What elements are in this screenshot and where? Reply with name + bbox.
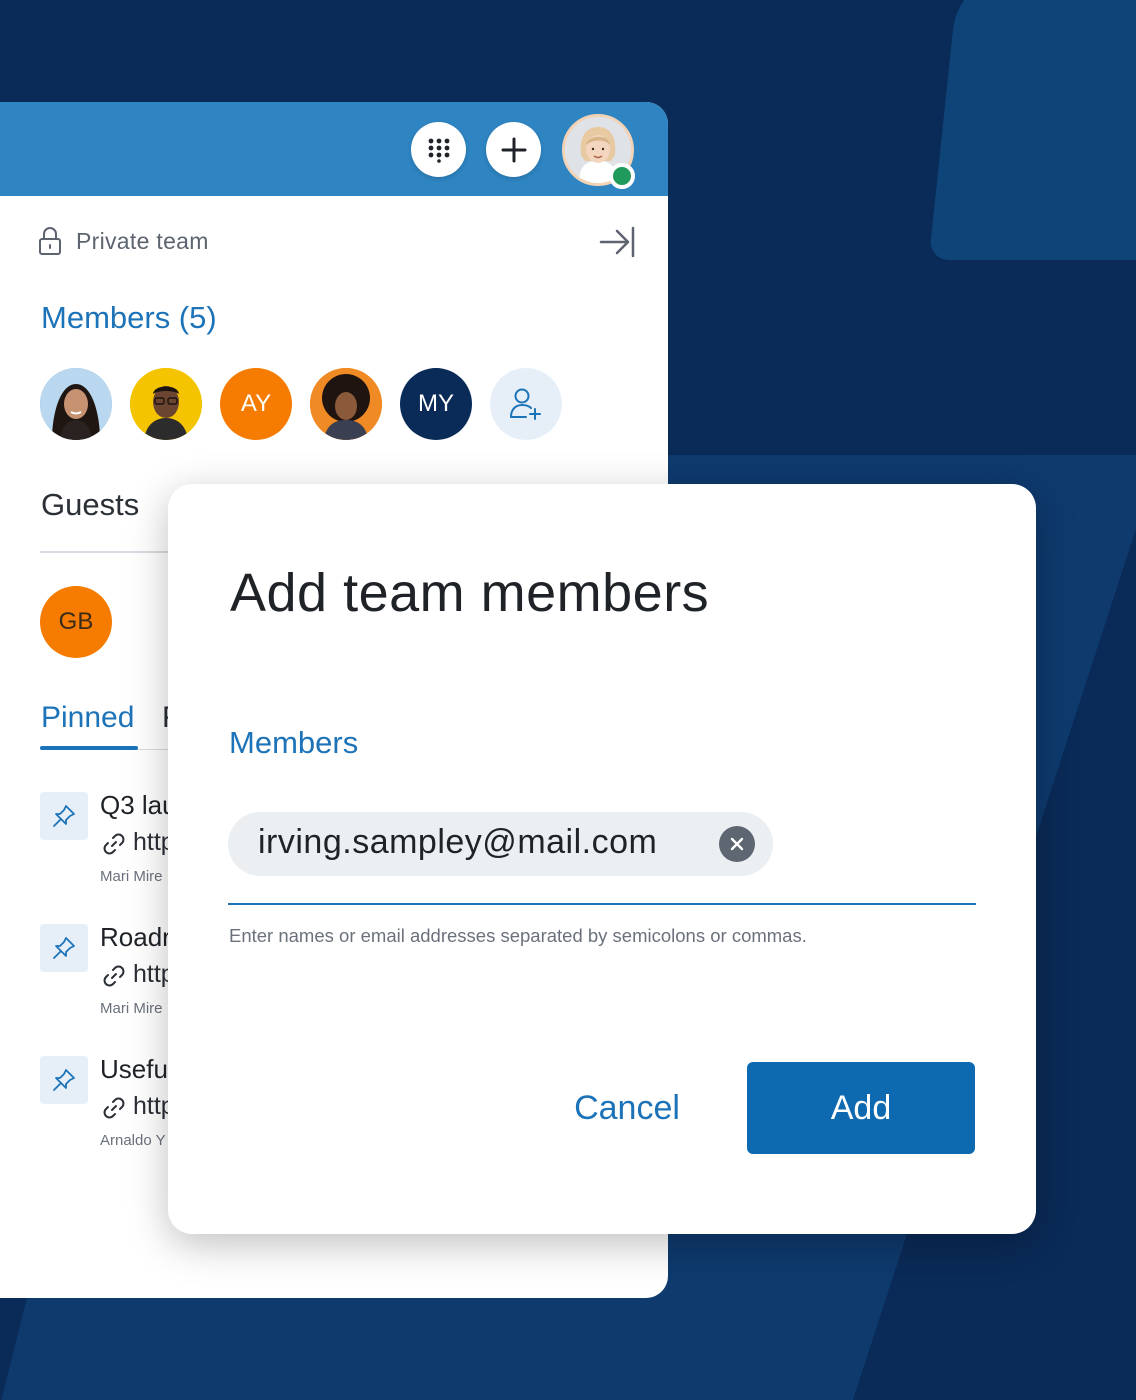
collapse-panel-button[interactable] [598, 224, 636, 265]
input-underline [228, 903, 976, 905]
divider [40, 551, 180, 553]
lock-icon [39, 227, 61, 255]
add-button[interactable] [486, 122, 541, 177]
link-icon [103, 833, 125, 855]
collapse-right-icon [599, 226, 635, 258]
guests-title: Guests [41, 487, 140, 522]
pinned-title: Usefu [100, 1054, 168, 1084]
link-icon [103, 1097, 125, 1119]
remove-chip-button[interactable] [719, 826, 755, 862]
guest-avatar[interactable]: GB [40, 586, 112, 658]
privacy-row: Private team [38, 226, 209, 256]
active-tab-indicator [40, 746, 138, 750]
pin-icon [53, 937, 75, 959]
online-status-indicator [609, 163, 635, 189]
link-icon [103, 965, 125, 987]
dialpad-button[interactable] [411, 122, 466, 177]
member-initials: MY [418, 390, 454, 417]
plus-icon [501, 137, 526, 162]
chip-email: irving.sampley@mail.com [258, 823, 658, 861]
privacy-label: Private team [76, 227, 209, 254]
member-avatar[interactable] [130, 368, 202, 440]
members-title: Members (5) [41, 300, 217, 335]
background-shape [928, 0, 1136, 260]
pinned-title: Q3 lau [100, 790, 177, 820]
tab-pinned[interactable]: Pinned [41, 701, 134, 735]
add-member-button[interactable] [490, 368, 562, 440]
pinned-title: Roadr [100, 922, 171, 952]
pinned-author: Arnaldo Y [100, 1132, 166, 1149]
add-button[interactable]: Add [747, 1062, 975, 1154]
pinned-author: Mari Mire [100, 1000, 163, 1017]
background-shape [0, 1296, 588, 1400]
member-avatar[interactable]: MY [400, 368, 472, 440]
member-initials: AY [240, 390, 272, 417]
member-chip[interactable]: irving.sampley@mail.com [228, 812, 773, 876]
members-field-label: Members [229, 725, 359, 760]
pin-icon [53, 805, 75, 827]
pin-icon [53, 1069, 75, 1091]
add-person-icon [510, 388, 541, 420]
add-members-dialog: Add team members Members irving.sampley@… [168, 484, 1036, 1234]
dialog-title: Add team members [230, 563, 710, 623]
member-avatar[interactable] [310, 368, 382, 440]
pin-icon-box [40, 792, 88, 840]
close-icon [730, 837, 744, 851]
guest-initials: GB [58, 608, 94, 635]
member-avatar[interactable] [40, 368, 112, 440]
dialpad-icon [428, 138, 449, 163]
panel-header [0, 102, 668, 196]
member-avatar[interactable]: AY [220, 368, 292, 440]
pin-icon-box [40, 924, 88, 972]
pinned-author: Mari Mire [100, 868, 163, 885]
cancel-button[interactable]: Cancel [548, 1064, 706, 1152]
field-hint: Enter names or email addresses separated… [229, 925, 807, 946]
pin-icon-box [40, 1056, 88, 1104]
